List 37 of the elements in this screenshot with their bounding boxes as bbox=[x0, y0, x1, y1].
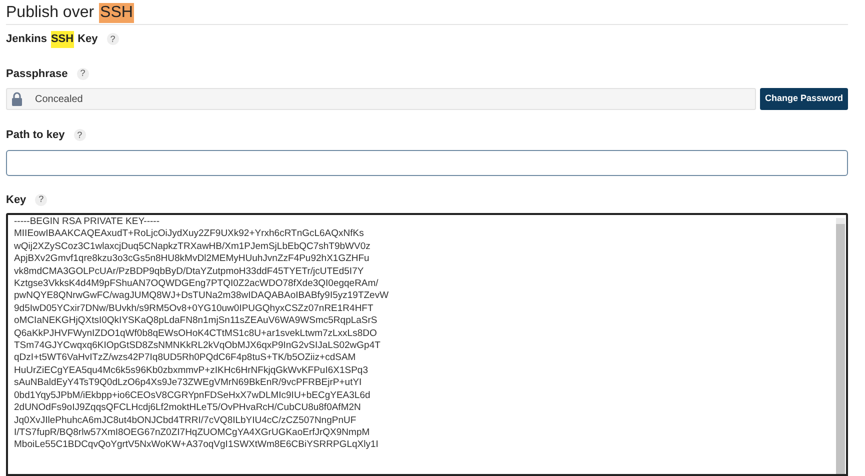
field-label: Key bbox=[6, 192, 26, 208]
field-label: SSH bbox=[50, 31, 74, 48]
help-icon[interactable]: ? bbox=[74, 129, 86, 142]
key-text-line: TSm74GJYCwqxq6KIOpGtSD8ZsNMNKkRL2kVqObMJX6qxP9InG2vSIJaLS02wGp4T bbox=[14, 340, 382, 352]
help-icon[interactable]: ? bbox=[76, 68, 89, 80]
field-label: Path to key bbox=[6, 128, 65, 143]
key-text-line: vk8mdCMA3GOLPcUAr/PzBDP9qbByD/DtaYZutpmoH33ddF45TYETr/jcUTEd5I7Y bbox=[14, 266, 365, 278]
key-text-line: 9d5IwD05YCxir7DNw/BUvkh/s9RM5Ov8+0YG10uw0IPUGQhyxCSZz07nRE1R4HFT bbox=[14, 302, 374, 316]
key-text-line: Q6aKkPJHVFWynIZDO1qWf0b8qEWsOHoK4CTtMS1c8U+ar1svekLtwm7zLxxLs8DO bbox=[14, 328, 378, 340]
help-icon[interactable]: ? bbox=[106, 33, 119, 46]
key-text-line: sAuNBaldEyY4TsT9Q0dLzO6p4Xs9Je73ZWEgVMrN69BkEnR/9vcPFRBEjrP+utYI bbox=[14, 377, 363, 390]
key-text-line: 2dUNOdFs9oIJ9ZqqsQFCLHcdj6Lf2moktHLeT5/OvPHvaRcH/CubCU8u8f0AfM2N bbox=[14, 402, 362, 414]
key-text-line: MboiLe55C1BDCqvQoYgrtV5NxWoKW+A37oqVgI1SWXtWm8E6CBiYSRRPGLqXly1I bbox=[14, 439, 380, 452]
key-text-line: HuUrZiECgYEA5qu4Mc6k5s96Kb0zbxmmvP+zIKHc6HrNFkjqGkWvKFPuI6X1SPq3 bbox=[14, 364, 370, 378]
key-text-line: MIIEowIBAAKCAQEAxudT+RoLjcOiJydXuy2ZF9UXk92+Yrxh6cRTnGcL6AQxNfKs bbox=[14, 228, 365, 241]
help-icon[interactable]: ? bbox=[35, 194, 48, 206]
lock-icon bbox=[11, 92, 23, 106]
key-text-line: pwNQYE8QNrwGwFC/wagJUMQ8WJ+DsTUNa2m38wIDAQABAoIBABfy9I5yz19TZevW bbox=[14, 290, 390, 303]
path-input-field[interactable] bbox=[6, 150, 848, 176]
key-text-line: ApjBXv2Gmvf1qre8kzu3o3cGs5n8HU8kMvDl2MEMyHUuhJvnZzF4Pu92hX1GZHFu bbox=[14, 253, 370, 266]
change-password-button[interactable]: Change Password bbox=[760, 88, 848, 110]
key-text-line: Kztgse3VkksK4d4M9pFShuAN7OQWDGEng7PTQI0Z2acWDO78fXde3QI0egqeRAm/ bbox=[14, 278, 380, 290]
password-field[interactable]: Concealed bbox=[6, 88, 756, 110]
section-title: SSH bbox=[99, 3, 134, 23]
key-text-line: wQij2XZySCoz3C1wlaxcjDuq5CNapkzTRXawHB/Xm1PJemSjLbEbQC7shT9bWV0z bbox=[14, 240, 372, 254]
key-text-line: qDzI+t5WT6VaHvITzZ/wzs42P7Iq8UD5Rh0PQdC6F4p8tuS+TK/b5OZiiz+cdSAM bbox=[14, 352, 357, 365]
section-title: Publish over bbox=[6, 3, 94, 23]
key-text-line: oMCIaNEKGHjQXtsI0QkIYSKaQ8pLdaFN8n1mjSn11sZEAuV6WA9WSmc5RqpLaSrS bbox=[14, 315, 378, 328]
key-text-line: Jq0XvJIlePhuhcA6mJC8ut4bONJCbd4TRRI/7cVQ8ILbYIU4cC/zCZ507NngPnUF bbox=[14, 414, 358, 427]
key-text-line: -----BEGIN RSA PRIVATE KEY----- bbox=[14, 216, 161, 228]
field-label: Jenkins bbox=[6, 32, 47, 47]
key-textarea[interactable] bbox=[6, 213, 848, 476]
scrollbar[interactable] bbox=[836, 218, 845, 474]
field-label: Passphrase bbox=[6, 66, 68, 82]
key-text-line: 0bd1Yqy5JPbM/iEkbpp+io6CEOsV8CGRYpnFDSeHxX7wDLMIc9IU+bECgYEA3L6d bbox=[14, 390, 372, 402]
field-label: Key bbox=[78, 32, 98, 47]
key-text-line: I/TS7fupR/BQ8rlw57XmI8OEG67nZ0ZI7HqZUOMCgYA4XGrUGKaoErfJrQX9NmpM bbox=[14, 426, 371, 440]
